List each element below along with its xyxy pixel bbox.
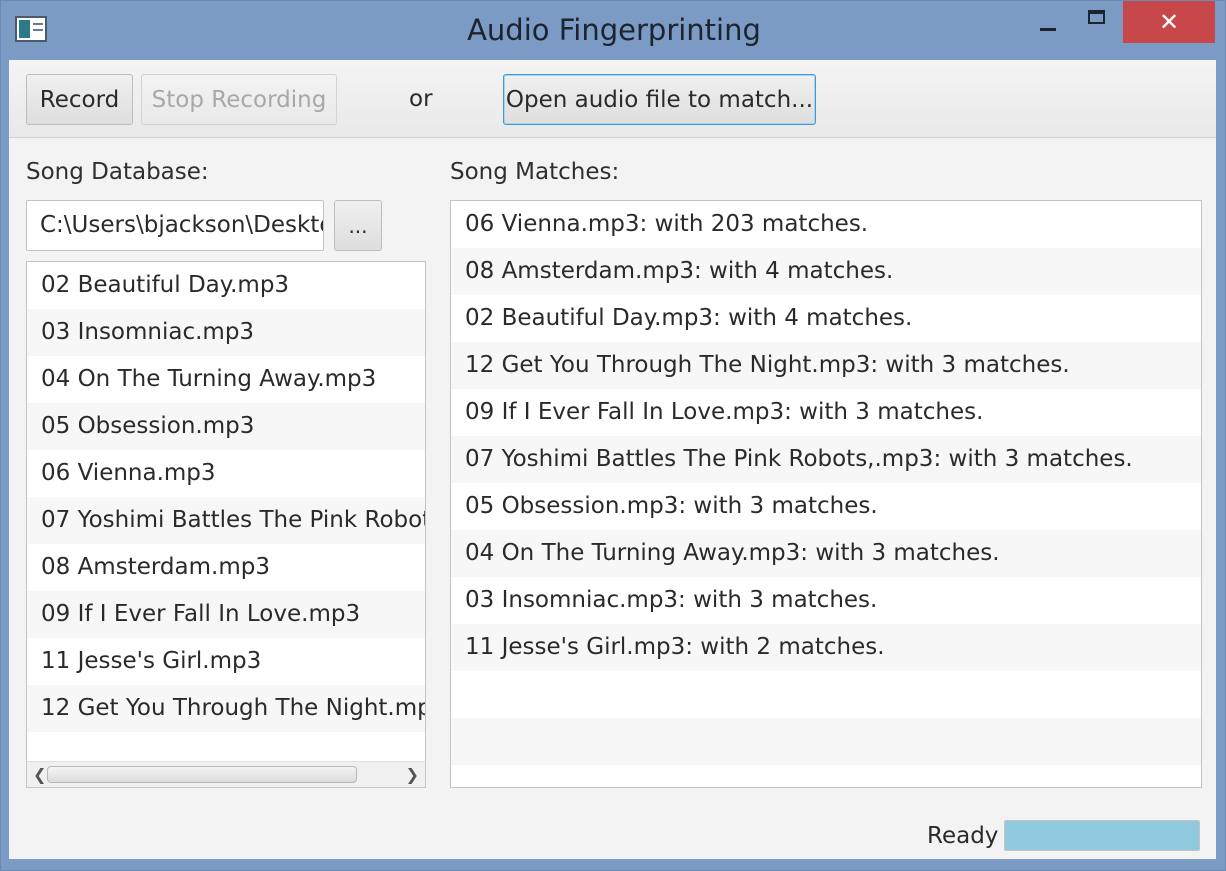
close-button[interactable]: ✕ (1123, 1, 1215, 43)
empty-row (451, 718, 1201, 765)
list-item[interactable]: 05 Obsession.mp3: with 3 matches. (451, 483, 1201, 530)
list-item[interactable]: 08 Amsterdam.mp3 (27, 544, 425, 591)
title-bar[interactable]: Audio Fingerprinting ✕ (1, 1, 1226, 61)
or-label: or (409, 86, 433, 112)
minimize-button[interactable] (1025, 1, 1071, 43)
list-item[interactable]: 11 Jesse's Girl.mp3: with 2 matches. (451, 624, 1201, 671)
list-item[interactable]: 04 On The Turning Away.mp3: with 3 match… (451, 530, 1201, 577)
app-window: Audio Fingerprinting ✕ Record Stop Recor… (0, 0, 1226, 871)
maximize-button[interactable] (1073, 1, 1119, 43)
list-item[interactable]: 04 On The Turning Away.mp3 (27, 356, 425, 403)
list-item[interactable]: 08 Amsterdam.mp3: with 4 matches. (451, 248, 1201, 295)
list-item[interactable]: 03 Insomniac.mp3 (27, 309, 425, 356)
song-matches-label: Song Matches: (450, 159, 620, 185)
list-item[interactable]: 12 Get You Through The Night.mp3 (27, 685, 425, 732)
scrollbar-thumb[interactable] (47, 766, 357, 783)
list-item[interactable]: 02 Beautiful Day.mp3 (27, 262, 425, 309)
song-database-label: Song Database: (26, 159, 209, 185)
horizontal-scrollbar[interactable]: ❮ ❯ (27, 761, 425, 787)
minimize-icon (1040, 27, 1056, 31)
list-item[interactable]: 09 If I Ever Fall In Love.mp3: with 3 ma… (451, 389, 1201, 436)
empty-row (451, 671, 1201, 718)
list-item[interactable]: 11 Jesse's Girl.mp3 (27, 638, 425, 685)
toolbar: Record Stop Recording or Open audio file… (9, 60, 1216, 138)
list-item[interactable]: 06 Vienna.mp3: with 203 matches. (451, 201, 1201, 248)
open-audio-file-button[interactable]: Open audio file to match... (503, 74, 816, 125)
list-item[interactable]: 03 Insomniac.mp3: with 3 matches. (451, 577, 1201, 624)
list-item[interactable]: 07 Yoshimi Battles The Pink Robots,.mp3 (27, 497, 425, 544)
maximize-icon (1087, 10, 1105, 24)
scroll-left-icon[interactable]: ❮ (33, 765, 46, 784)
progress-fill (1005, 821, 1199, 850)
list-item[interactable]: 06 Vienna.mp3 (27, 450, 425, 497)
status-text: Ready (927, 823, 999, 849)
scroll-right-icon[interactable]: ❯ (406, 765, 419, 784)
stop-recording-button[interactable]: Stop Recording (141, 74, 337, 125)
list-item[interactable]: 09 If I Ever Fall In Love.mp3 (27, 591, 425, 638)
browse-button[interactable]: ... (334, 200, 382, 251)
record-button[interactable]: Record (26, 74, 133, 125)
list-item[interactable]: 05 Obsession.mp3 (27, 403, 425, 450)
song-matches-list[interactable]: 06 Vienna.mp3: with 203 matches. 08 Amste… (450, 200, 1202, 788)
database-path-input[interactable]: C:\Users\bjackson\Desktop\ (26, 200, 324, 251)
list-item[interactable]: 07 Yoshimi Battles The Pink Robots,.mp3:… (451, 436, 1201, 483)
song-database-list[interactable]: 02 Beautiful Day.mp3 03 Insomniac.mp3 04 O… (26, 261, 426, 788)
list-item[interactable]: 02 Beautiful Day.mp3: with 4 matches. (451, 295, 1201, 342)
client-area: Record Stop Recording or Open audio file… (9, 60, 1216, 859)
close-icon: ✕ (1158, 8, 1180, 36)
list-item[interactable]: 12 Get You Through The Night.mp3: with 3… (451, 342, 1201, 389)
progress-bar (1004, 820, 1200, 851)
